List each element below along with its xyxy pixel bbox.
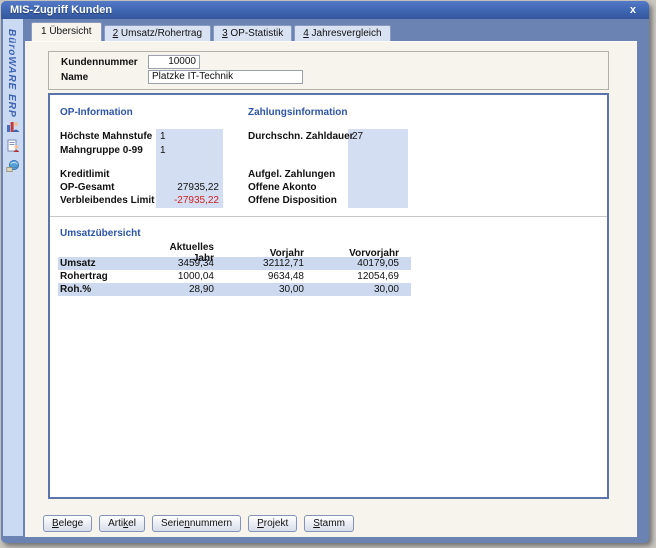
kundennummer-label: Kundennummer (61, 56, 138, 69)
statistics-person-icon[interactable] (6, 119, 20, 133)
tab-op-statistik[interactable]: 3 OP-Statistik (213, 25, 292, 41)
col-vorvorjahr: Vorvorjahr (316, 248, 411, 259)
tabstrip: 1 Übersicht 2 Umsatz/Rohertrag 3 OP-Stat… (31, 23, 393, 41)
umsatzuebersicht-title: Umsatzübersicht (60, 228, 141, 239)
umsatz-table: Aktuelles Jahr Vorjahr Vorvorjahr Umsatz… (58, 242, 411, 296)
mis-window: MIS-Zugriff Kunden x BüroWARE ERP (1, 1, 649, 543)
op-row: Verbleibendes Limit -27935,22 Offene Dis… (50, 195, 607, 208)
belege-button[interactable]: Belege (43, 515, 92, 532)
seriennummern-button[interactable]: Seriennummern (152, 515, 241, 532)
table-row-roh-prozent: Roh.% 28,90 30,00 30,00 (58, 283, 411, 296)
sidebar: BüroWARE ERP (3, 19, 23, 536)
stamm-button[interactable]: Stamm (304, 515, 354, 532)
col-vorjahr: Vorjahr (226, 248, 316, 259)
report-person-icon[interactable] (6, 139, 20, 153)
overview-panel: OP-Information Zahlungsinformation Höchs… (48, 93, 609, 499)
close-icon[interactable]: x (626, 5, 640, 16)
name-field[interactable]: Platzke IT-Technik (148, 70, 303, 84)
op-information-title: OP-Information (60, 107, 133, 118)
customer-groupbox: Kundennummer 10000 Name Platzke IT-Techn… (48, 51, 609, 90)
brand-logo: BüroWARE ERP (6, 29, 17, 118)
tab-jahresvergleich[interactable]: 4 Jahresvergleich (294, 25, 390, 41)
table-row-rohertrag: Rohertrag 1000,04 9634,48 12054,69 (58, 270, 411, 283)
op-row: Mahngruppe 0-99 1 (50, 145, 607, 158)
window-title: MIS-Zugriff Kunden (10, 4, 112, 16)
separator (50, 216, 607, 217)
projekt-button[interactable]: Projekt (248, 515, 297, 532)
tab-uebersicht[interactable]: 1 Übersicht (31, 22, 102, 41)
titlebar[interactable]: MIS-Zugriff Kunden x (1, 1, 649, 19)
artikel-button[interactable]: Artikel (99, 515, 145, 532)
sidebar-icons (6, 119, 20, 173)
op-row: OP-Gesamt 27935,22 Offene Akonto (50, 182, 607, 195)
op-row: Höchste Mahnstufe 1 Durchschn. Zahldauer… (50, 131, 607, 144)
name-label: Name (61, 71, 88, 84)
table-row-umsatz: Umsatz 3459,34 32112,71 40179,05 (58, 257, 411, 270)
bottom-button-row: Belege Artikel Seriennummern Projekt Sta… (43, 515, 354, 532)
globe-export-icon[interactable] (6, 159, 20, 173)
op-row: Kreditlimit Aufgel. Zahlungen (50, 169, 607, 182)
tab-umsatz-rohertrag[interactable]: 2 Umsatz/Rohertrag (104, 25, 211, 41)
zahlungsinformation-title: Zahlungsinformation (248, 107, 347, 118)
table-header-row: Aktuelles Jahr Vorjahr Vorvorjahr (58, 242, 411, 257)
content-panel: Kundennummer 10000 Name Platzke IT-Techn… (25, 41, 637, 537)
kundennummer-field[interactable]: 10000 (148, 55, 200, 69)
